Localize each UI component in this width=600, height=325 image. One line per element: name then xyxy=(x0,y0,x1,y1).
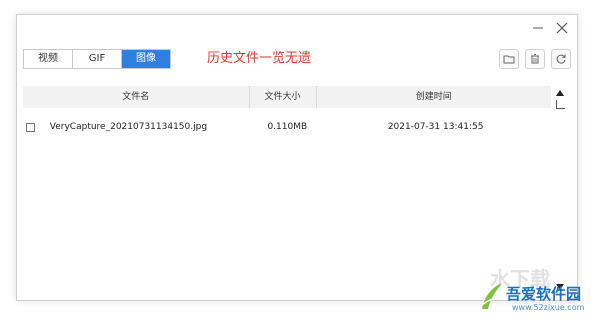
header-created[interactable]: 创建时间 xyxy=(317,86,551,108)
refresh-button[interactable] xyxy=(551,49,571,69)
site-watermark: 水下载 吾爱软件园 www.52zixue.com xyxy=(468,263,588,319)
watermark-url: www.52zixue.com xyxy=(512,303,585,312)
history-window: 视频 GIF 图像 历史文件一览无遗 文件名 文件大小 创建时间 VeryCap… xyxy=(16,14,578,301)
header-filesize[interactable]: 文件大小 xyxy=(250,86,317,108)
table-row[interactable]: VeryCapture_20210731134150.jpg 0.110MB 2… xyxy=(23,116,551,138)
watermark-logo-icon xyxy=(479,283,502,309)
delete-button[interactable] xyxy=(525,49,545,69)
scroll-thumb[interactable] xyxy=(556,100,565,109)
close-button[interactable] xyxy=(553,19,571,37)
arrow-up-icon xyxy=(556,90,564,96)
title-bar xyxy=(17,15,577,41)
refresh-icon xyxy=(556,54,566,64)
folder-icon xyxy=(503,55,515,64)
cell-filename: VeryCapture_20210731134150.jpg xyxy=(49,122,208,132)
table-header: 文件名 文件大小 创建时间 xyxy=(23,86,551,108)
header-filename[interactable]: 文件名 xyxy=(23,86,250,108)
scroll-up-button[interactable] xyxy=(554,88,566,98)
open-folder-button[interactable] xyxy=(499,49,519,69)
tab-gif[interactable]: GIF xyxy=(73,50,122,68)
history-notice: 历史文件一览无遗 xyxy=(207,51,312,66)
toolbar: 视频 GIF 图像 历史文件一览无遗 xyxy=(23,49,571,69)
watermark-title: 吾爱软件园 xyxy=(506,285,582,303)
trash-icon xyxy=(531,54,539,64)
tab-video[interactable]: 视频 xyxy=(24,50,73,68)
minimize-button[interactable] xyxy=(529,19,547,37)
minimize-icon xyxy=(533,27,543,29)
cell-filesize: 0.110MB xyxy=(267,122,308,132)
cell-created: 2021-07-31 13:41:55 xyxy=(387,122,484,132)
media-type-tabs: 视频 GIF 图像 xyxy=(23,49,171,69)
close-icon xyxy=(556,22,568,34)
tab-image[interactable]: 图像 xyxy=(122,50,170,68)
row-checkbox[interactable] xyxy=(26,122,35,132)
